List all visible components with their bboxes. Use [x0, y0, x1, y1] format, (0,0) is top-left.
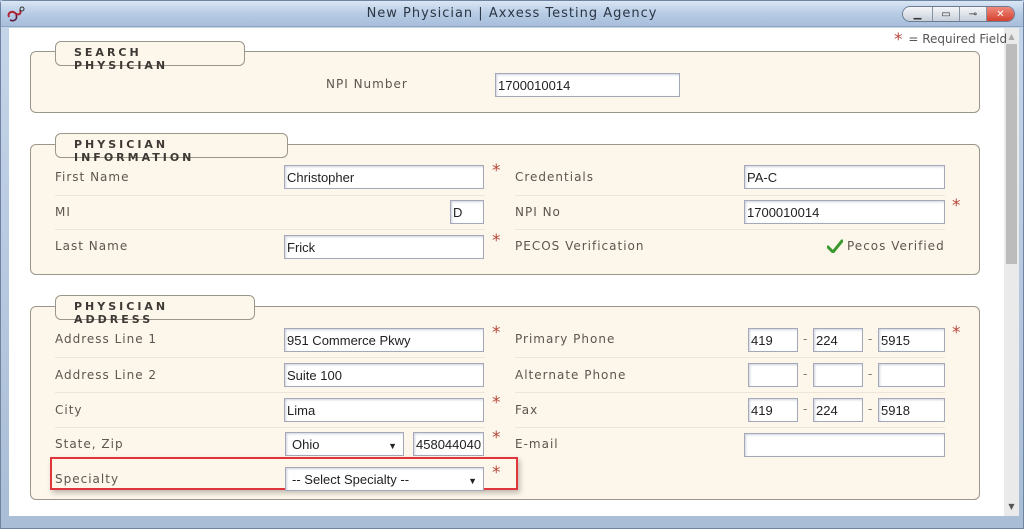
pecos-status: Pecos Verified: [827, 239, 945, 253]
maximize-button[interactable]: ▭: [933, 7, 960, 21]
specialty-label: Specialty: [55, 472, 120, 486]
title-bar[interactable]: New Physician | Axxess Testing Agency ▁ …: [1, 1, 1023, 27]
last-name-input[interactable]: Frick: [284, 235, 484, 259]
row-divider: [55, 195, 485, 196]
window-controls: ▁ ▭ ⊸ ✕: [902, 6, 1015, 22]
search-physician-legend: Search Physician: [55, 41, 245, 72]
row-divider: [55, 357, 485, 358]
required-field-note: * = Required Field: [894, 30, 1008, 50]
alternate-phone-label: Alternate Phone: [515, 368, 627, 382]
fax-line-input[interactable]: 5918: [878, 398, 945, 422]
fax-area-input[interactable]: 419: [748, 398, 798, 422]
alternate-phone-area-input[interactable]: [748, 363, 798, 387]
checkmark-icon: [827, 239, 843, 253]
phone-separator: -: [803, 332, 808, 346]
npi-no-label: NPI No: [515, 205, 561, 219]
primary-phone-line-input[interactable]: 5915: [878, 328, 945, 352]
state-zip-label: State, Zip: [55, 437, 124, 451]
vertical-scrollbar[interactable]: ▲ ▼: [1004, 28, 1019, 516]
required-star-icon: *: [894, 30, 903, 50]
first-name-input[interactable]: Christopher: [284, 165, 484, 189]
npi-number-label: NPI Number: [326, 77, 408, 91]
email-label: E-mail: [515, 437, 559, 451]
pecos-verification-label: PECOS Verification: [515, 239, 645, 253]
mi-input[interactable]: D: [450, 200, 484, 224]
row-divider: [55, 229, 485, 230]
minimize-button[interactable]: ▁: [903, 7, 933, 21]
last-name-required-icon: *: [492, 231, 501, 251]
specialty-required-icon: *: [492, 463, 501, 483]
fax-prefix-input[interactable]: 224: [813, 398, 863, 422]
required-note-text: = Required Field: [908, 32, 1008, 46]
address-line-2-label: Address Line 2: [55, 368, 158, 382]
physician-information-legend: Physician Information: [55, 133, 288, 164]
city-required-icon: *: [492, 393, 501, 413]
pin-icon: ⊸: [968, 8, 978, 20]
row-divider: [515, 229, 945, 230]
credentials-label: Credentials: [515, 170, 595, 184]
phone-separator: -: [868, 402, 873, 416]
city-input[interactable]: Lima: [284, 398, 484, 422]
state-select[interactable]: Ohio: [285, 432, 404, 456]
address-line-1-required-icon: *: [492, 323, 501, 343]
primary-phone-label: Primary Phone: [515, 332, 616, 346]
close-button[interactable]: ✕: [987, 7, 1014, 21]
alternate-phone-line-input[interactable]: [878, 363, 945, 387]
city-label: City: [55, 403, 83, 417]
row-divider: [515, 357, 945, 358]
row-divider: [515, 392, 945, 393]
first-name-required-icon: *: [492, 161, 501, 181]
minimize-icon: ▁: [913, 8, 922, 20]
physician-address-legend: Physician Address: [55, 295, 255, 326]
window-title: New Physician | Axxess Testing Agency: [366, 6, 658, 21]
specialty-select[interactable]: -- Select Specialty --: [285, 467, 484, 491]
phone-separator: -: [803, 402, 808, 416]
npi-no-input[interactable]: 1700010014: [744, 200, 945, 224]
phone-separator: -: [868, 367, 873, 381]
primary-phone-prefix-input[interactable]: 224: [813, 328, 863, 352]
alternate-phone-prefix-input[interactable]: [813, 363, 863, 387]
row-divider: [515, 427, 945, 428]
state-zip-required-icon: *: [492, 428, 501, 448]
primary-phone-area-input[interactable]: 419: [748, 328, 798, 352]
row-divider: [515, 195, 945, 196]
maximize-icon: ▭: [941, 8, 951, 20]
row-divider: [55, 392, 485, 393]
credentials-input[interactable]: PA-C: [744, 165, 945, 189]
npi-no-required-icon: *: [952, 196, 961, 216]
pin-button[interactable]: ⊸: [960, 7, 987, 21]
mi-label: MI: [55, 205, 71, 219]
address-line-1-input[interactable]: 951 Commerce Pkwy: [284, 328, 484, 352]
address-line-2-input[interactable]: Suite 100: [284, 363, 484, 387]
row-divider: [55, 427, 485, 428]
primary-phone-required-icon: *: [952, 323, 961, 343]
scroll-thumb[interactable]: [1006, 44, 1017, 264]
phone-separator: -: [803, 367, 808, 381]
fax-label: Fax: [515, 403, 539, 417]
pecos-status-text: Pecos Verified: [847, 239, 945, 253]
close-icon: ✕: [996, 8, 1005, 20]
phone-separator: -: [868, 332, 873, 346]
address-line-1-label: Address Line 1: [55, 332, 158, 346]
last-name-label: Last Name: [55, 239, 129, 253]
zip-input[interactable]: 458044040: [413, 432, 484, 456]
email-input[interactable]: [744, 433, 945, 457]
physician-window: New Physician | Axxess Testing Agency ▁ …: [0, 0, 1024, 529]
first-name-label: First Name: [55, 170, 130, 184]
npi-number-search-input[interactable]: 1700010014: [495, 73, 680, 97]
scroll-down-arrow-icon[interactable]: ▼: [1004, 500, 1019, 514]
